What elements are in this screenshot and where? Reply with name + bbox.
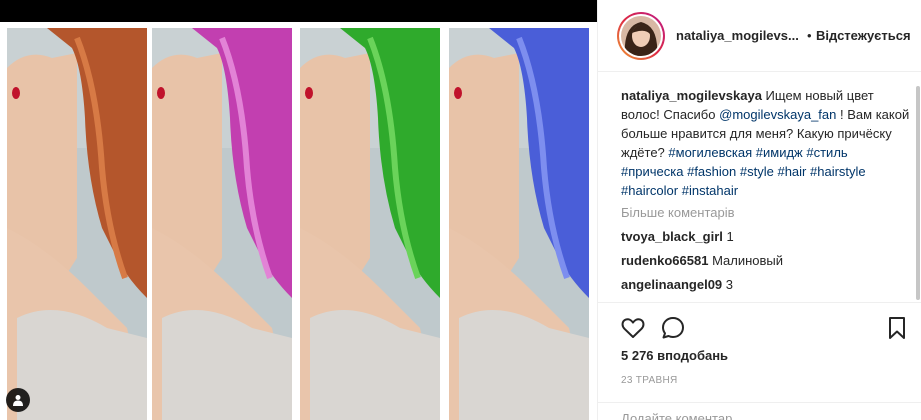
caption: nataliya_mogilevskaya Ищем новый цвет во… [621,86,911,200]
add-comment-bar: Додайте коментар... [598,402,921,420]
load-more-comments-button[interactable]: Більше коментарів [621,204,911,222]
hashtag-link[interactable]: #имидж [756,145,803,160]
person-icon-glyph [13,395,23,406]
post-sidebar: nataliya_mogilevs... • Відстежується nat… [597,0,921,420]
hashtag-link[interactable]: #instahair [682,183,738,198]
post-actions: 5 276 вподобань 23 ТРАВНЯ Додайте комент… [598,302,921,420]
panel-4-image [449,28,589,420]
hashtag-link[interactable]: #style [740,164,774,179]
post-photo[interactable] [0,22,597,420]
avatar[interactable] [617,12,665,60]
comment-item: angelinaangel09 3 [621,276,911,294]
panel-1-image [7,28,147,420]
hashtag-link[interactable]: #прическа [621,164,683,179]
hashtag-link[interactable]: #fashion [687,164,736,179]
scrollbar-thumb[interactable] [916,86,920,300]
top-black-bar [0,0,597,22]
comment-item: tvoya_black_girl 1 [621,228,911,246]
add-comment-input[interactable]: Додайте коментар... [621,411,743,420]
comment-username[interactable]: tvoya_black_girl [621,229,723,244]
hashtag-link[interactable]: #hair [777,164,806,179]
comment-username[interactable]: rudenko66581 [621,253,708,268]
avatar-ring [619,14,663,58]
caption-username[interactable]: nataliya_mogilevskaya [621,88,762,103]
following-button[interactable]: Відстежується [816,28,911,43]
panel-2-image [152,28,292,420]
comments-scrollbar[interactable] [916,86,920,300]
post-header: nataliya_mogilevs... • Відстежується [598,0,921,72]
comment-text: 1 [726,229,734,244]
avatar-image [621,16,661,56]
header-separator-dot: • [807,28,812,43]
comment-text: 3 [725,277,734,292]
comment-username[interactable]: angelinaangel09 [621,277,722,292]
photo-panel-4 [449,28,589,420]
photo-panel-3 [300,28,440,420]
header-username[interactable]: nataliya_mogilevs... [676,28,799,43]
post-date[interactable]: 23 ТРАВНЯ [621,375,678,386]
hashtag-link[interactable]: #стиль [806,145,847,160]
comment-item: rudenko66581 Малиновый [621,252,911,270]
hashtag-link[interactable]: #hairstyle [810,164,866,179]
hashtag-link[interactable]: #могилевская [668,145,752,160]
heart-icon[interactable] [620,315,646,341]
comments-list[interactable]: nataliya_mogilevskaya Ищем новый цвет во… [621,86,911,302]
photo-panel-2 [152,28,292,420]
comment-text: Малиновый [712,253,784,268]
likes-count[interactable]: 5 276 вподобань [621,348,728,363]
person-icon[interactable] [6,388,30,412]
bookmark-icon[interactable] [884,315,910,341]
hashtag-link[interactable]: #haircolor [621,183,678,198]
photo-panel-1 [7,28,147,420]
comment-icon[interactable] [660,315,686,341]
panel-3-image [300,28,440,420]
caption-mention-link[interactable]: @mogilevskaya_fan [719,107,836,122]
